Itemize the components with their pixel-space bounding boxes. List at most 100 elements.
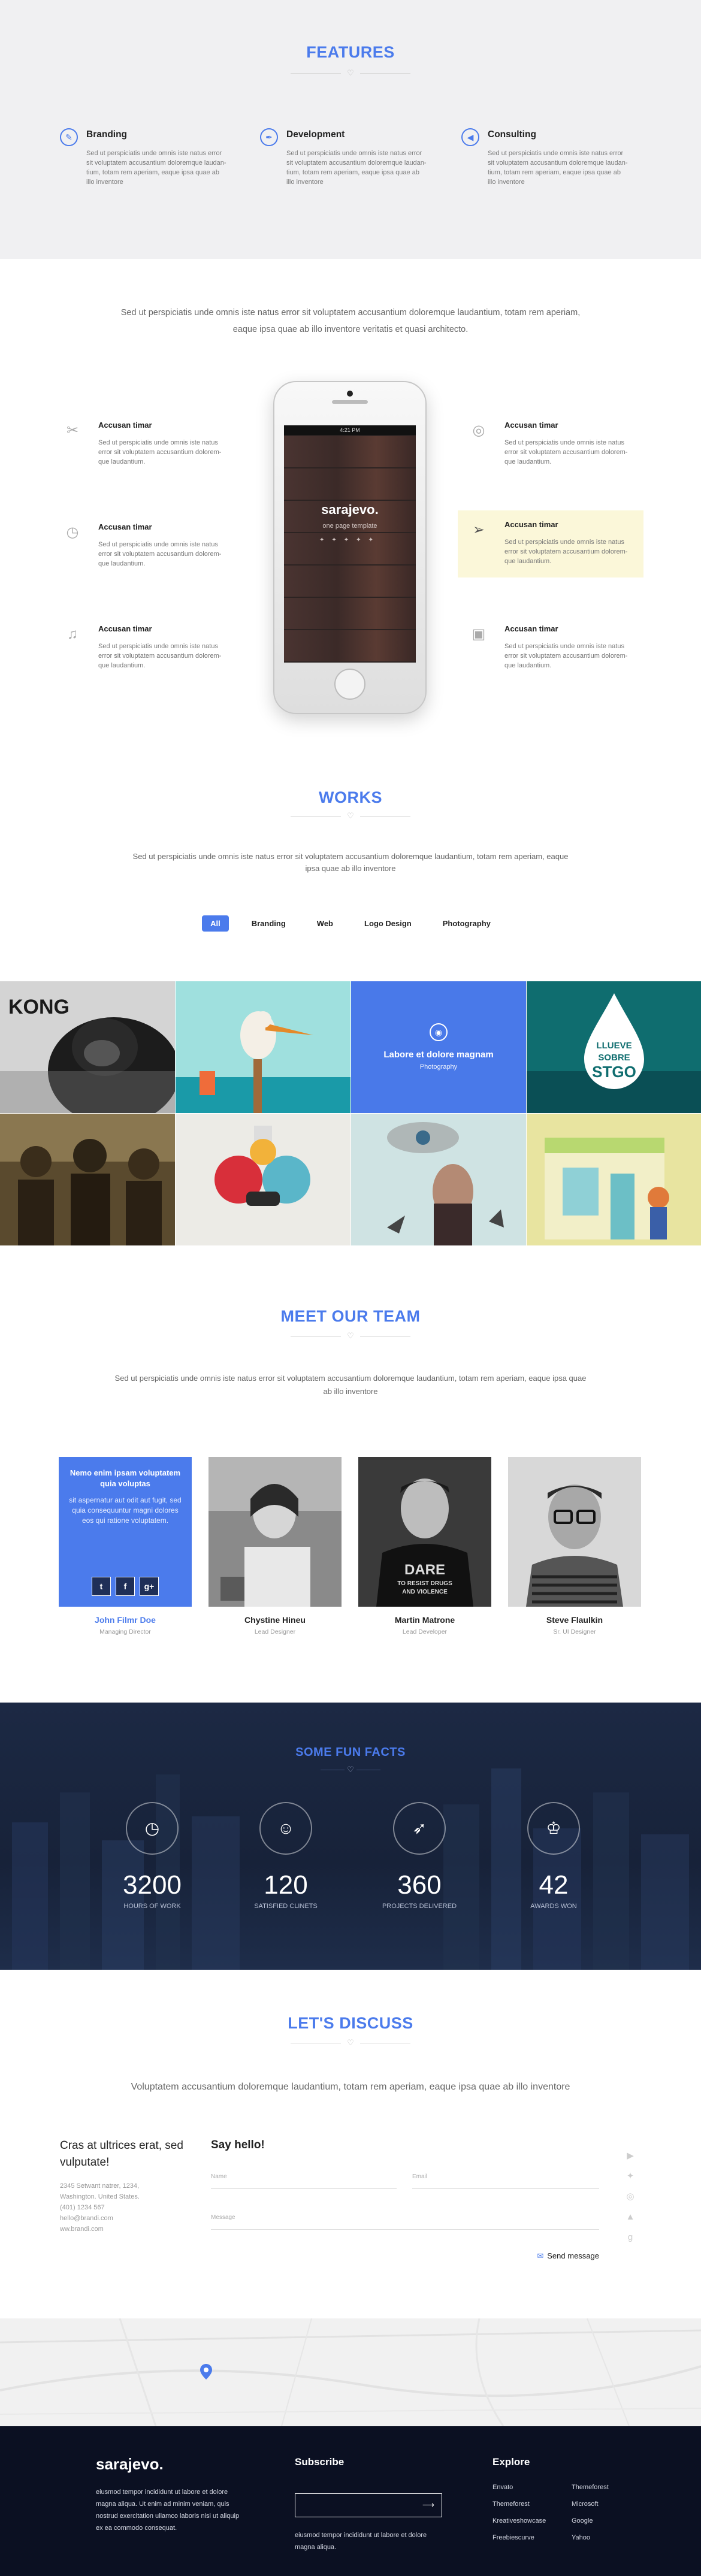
camera-icon: ▣ [472, 626, 486, 642]
map-pin-icon[interactable] [200, 2364, 212, 2380]
member-name: Steve Flaulkin [546, 1615, 603, 1625]
feature-title: Branding [86, 129, 128, 140]
portfolio-item[interactable]: LLUEVE SOBRE STGO [527, 981, 701, 1113]
poster-line-3: STGO [592, 1063, 636, 1081]
heart-icon: ♡ [347, 68, 354, 77]
map[interactable] [0, 2318, 701, 2426]
fact-number: 42 [539, 1870, 569, 1900]
portfolio-overlay: ◉ Labore et dolore magnam Photography [351, 981, 526, 1113]
filter-branding[interactable]: Branding [243, 915, 294, 932]
man-glasses-portrait [508, 1457, 641, 1607]
fact-label: AWARDS WON [530, 1903, 577, 1910]
team-member[interactable]: Chystine Hineu Lead Designer [209, 1457, 342, 1635]
filter-all[interactable]: All [202, 915, 229, 932]
dribbble-icon[interactable]: ◎ [623, 2187, 637, 2207]
portfolio-filters: All Branding Web Logo Design Photography [0, 915, 701, 932]
clock-icon: ◷ [126, 1802, 179, 1855]
google-plus-icon[interactable]: g+ [140, 1577, 159, 1596]
contact-address: 2345 Setwant natrer, 1234, Washington. U… [60, 2182, 140, 2233]
shirt-text-3: AND VIOLENCE [402, 1589, 448, 1595]
email-field[interactable]: Email [412, 2173, 599, 2189]
twitter-icon[interactable]: t [92, 1577, 111, 1596]
feature-text: Sed ut perspiciatis unde omnis iste natu… [86, 150, 226, 186]
social-links: ▶ ✦ ◎ ▲ g [623, 2146, 637, 2248]
member-photo: DARE TO RESIST DRUGS AND VIOLENCE [358, 1457, 491, 1607]
portfolio-overlay-title: Labore et dolore magnam [383, 1050, 494, 1060]
member-photo [209, 1457, 342, 1607]
footer-link[interactable]: Microsoft [572, 2496, 649, 2512]
paper-plane-icon: ✉ [537, 2251, 544, 2260]
footer-link[interactable]: Themeforest [572, 2479, 649, 2496]
arrow-right-icon[interactable]: ⟶ [422, 2500, 434, 2510]
footer-link[interactable]: Yahoo [572, 2529, 649, 2546]
portfolio-grid: KONG ◉ Labore et dolore magnam Photograp… [0, 981, 701, 1245]
portfolio-item[interactable] [176, 981, 350, 1113]
bio-title: Nemo enim ipsam voluptatem quia voluptas [70, 1468, 181, 1488]
subscribe-title: Subscribe [295, 2456, 345, 2468]
service-title: Accusan timar [98, 421, 152, 430]
name-field[interactable]: Name [211, 2173, 397, 2189]
contact-heading: Cras at ultrices erat, sed vulputate! [60, 2139, 183, 2169]
facebook-icon[interactable]: f [116, 1577, 135, 1596]
footer-link[interactable]: Envato [492, 2479, 570, 2496]
fact-item: ☺ 120 SATISFIED CLINETS [232, 1802, 340, 1910]
kong-text: KONG [8, 996, 70, 1018]
portfolio-item[interactable] [351, 1114, 526, 1245]
contact-website[interactable]: ww.brandi.com [60, 2226, 104, 2233]
footer-link[interactable]: Freebiescurve [492, 2529, 570, 2546]
filter-logo-design[interactable]: Logo Design [356, 915, 420, 932]
filter-web[interactable]: Web [309, 915, 342, 932]
heart-icon: ♡ [347, 2038, 354, 2047]
subscribe-input[interactable]: ⟶ [295, 2493, 442, 2517]
divider: ♡ [291, 811, 410, 821]
service-text: Sed ut perspiciatis unde omnis iste natu… [98, 643, 222, 669]
send-message-button[interactable]: ✉ Send message [537, 2251, 599, 2261]
fact-item: ◷ 3200 HOURS OF WORK [98, 1802, 206, 1910]
fact-label: SATISFIED CLINETS [254, 1903, 318, 1910]
phone-mockup: 4:21 PM sarajevo. one page template ✦✦✦✦… [273, 381, 427, 714]
lifebuoy-icon: ◎ [472, 422, 485, 439]
features-section: FEATURES ♡ ✎ Branding Sed ut perspiciati… [0, 0, 701, 259]
portfolio-item-hover[interactable]: ◉ Labore et dolore magnam Photography [351, 981, 526, 1113]
team-member[interactable]: Steve Flaulkin Sr. UI Designer [508, 1457, 641, 1635]
phone-tagline: one page template [322, 522, 377, 530]
team-member[interactable]: DARE TO RESIST DRUGS AND VIOLENCE Martin… [358, 1457, 491, 1635]
heart-icon: ♡ [347, 1331, 354, 1340]
footer-logo[interactable]: sarajevo. [96, 2455, 164, 2474]
portfolio-item[interactable]: KONG [0, 981, 175, 1113]
fun-facts-section: SOME FUN FACTS ♡ ◷ 3200 HOURS OF WORK ☺ … [0, 1703, 701, 1970]
member-role: Managing Director [99, 1628, 151, 1635]
footer-link[interactable]: Google [572, 2512, 649, 2529]
rocket-icon: ➶ [393, 1802, 446, 1855]
soldiers-image [0, 1114, 175, 1245]
team-member[interactable]: Nemo enim ipsam voluptatem quia voluptas… [59, 1457, 192, 1635]
clock-icon: ◷ [66, 524, 79, 540]
portfolio-item[interactable] [527, 1114, 701, 1245]
subscribe-text: eiusmod tempor incididunt ut labore et d… [295, 2532, 427, 2551]
contact-email[interactable]: hello@brandi.com [60, 2215, 113, 2222]
google-plus-icon[interactable]: g [623, 2227, 637, 2248]
poster-line-2: SOBRE [598, 1053, 630, 1063]
footer-about: eiusmod tempor incididunt ut labore et d… [96, 2489, 240, 2532]
surreal-portrait-image [351, 1114, 526, 1245]
heart-icon: ♡ [347, 811, 354, 820]
works-lead: Sed ut perspiciatis unde omnis iste natu… [132, 852, 569, 873]
robots-illustration [176, 1114, 350, 1245]
message-field[interactable]: Message [211, 2214, 599, 2230]
triangle-icon[interactable]: ▲ [623, 2207, 637, 2227]
video-icon[interactable]: ▶ [623, 2146, 637, 2166]
works-title: WORKS [319, 788, 382, 806]
shirt-text-2: TO RESIST DRUGS [397, 1580, 452, 1587]
portfolio-item[interactable] [0, 1114, 175, 1245]
eye-icon[interactable]: ◉ [430, 1023, 448, 1041]
filter-photography[interactable]: Photography [434, 915, 499, 932]
footer-link[interactable]: Themeforest [492, 2496, 570, 2512]
heart-icon: ♡ [347, 1765, 354, 1774]
member-role: Lead Developer [402, 1628, 448, 1635]
team-lead: Sed ut perspiciatis unde omnis iste natu… [114, 1374, 587, 1396]
portfolio-item[interactable] [176, 1114, 350, 1245]
footer-link[interactable]: Kreativeshowcase [492, 2512, 570, 2529]
twitter-icon[interactable]: ✦ [623, 2166, 637, 2187]
footer: sarajevo. eiusmod tempor incididunt ut l… [0, 2426, 701, 2576]
fact-number: 120 [264, 1870, 308, 1900]
